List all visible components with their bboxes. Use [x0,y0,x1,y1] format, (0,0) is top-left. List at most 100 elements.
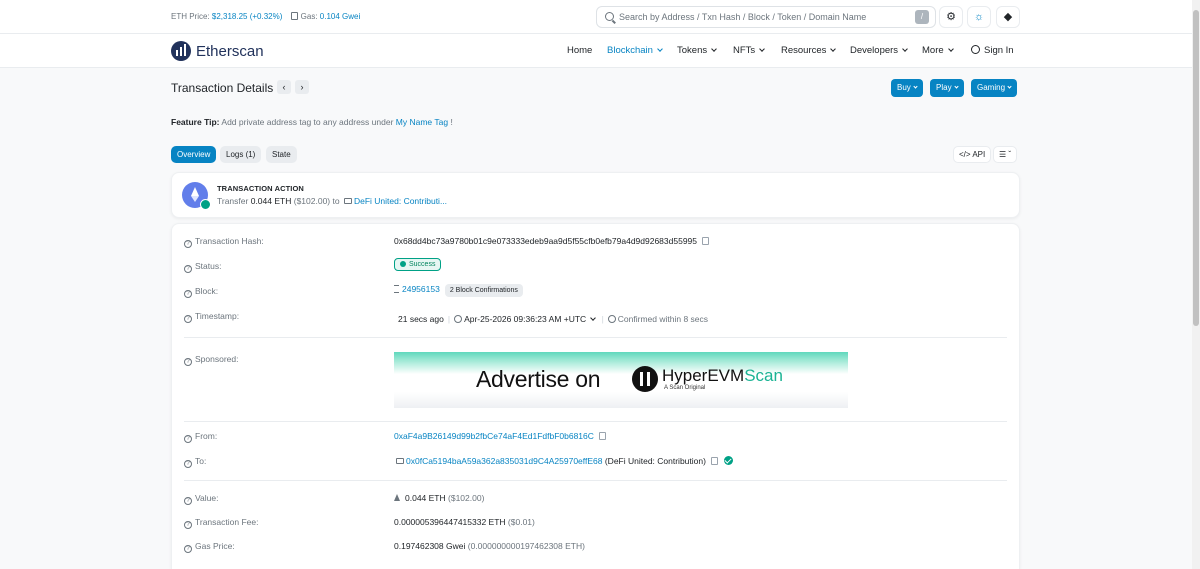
to-label: ? To: [184,456,206,468]
feature-tip: Feature Tip: Add private address tag to … [171,117,453,127]
chevron-down-icon [953,84,959,89]
tab-logs[interactable]: Logs (1) [220,146,262,163]
copy-icon[interactable] [702,237,709,245]
tab-state[interactable]: State [266,146,297,163]
sign-in-link[interactable]: Sign In [971,45,1014,56]
from-address-link[interactable]: 0xaF4a9B26149d99b2fbCe74aF4Ed1FdfbF0b681… [394,431,594,441]
nav-resources[interactable]: Resources [781,45,837,56]
divider [184,480,1007,481]
divider [184,337,1007,338]
from-label: ? From: [184,431,217,443]
action-summary: Transfer 0.044 ETH ($102.00) to DeFi Uni… [217,196,448,206]
chevron-down-icon [913,84,918,89]
prev-tx-button[interactable]: ‹ [277,80,291,94]
confirmations-badge: 2 Block Confirmations [444,284,523,297]
ethereum-icon [394,494,400,501]
sun-icon[interactable]: ☼ [967,6,991,28]
block-label: ? Block: [184,286,218,298]
chevron-down-icon [759,46,766,52]
transfer-badge-icon [200,199,211,210]
fee-value: 0.000005396447415332 ETH ($0.01) [394,517,535,527]
my-name-tag-link[interactable]: My Name Tag [396,117,448,127]
nav-nfts[interactable]: NFTs [733,45,766,56]
check-circle-icon [400,261,406,267]
search-shortcut-key: / [915,10,929,24]
help-icon: ? [184,460,192,468]
nav-more[interactable]: More [922,45,954,56]
nav-blockchain[interactable]: Blockchain [607,45,663,56]
to-address-link[interactable]: 0x0fCa5194baA59a362a835031d9C4A25970effE… [406,456,602,466]
eth-price: ETH Price: $2,318.25 (+0.32%) Gas: 0.104… [171,12,360,21]
brand-name: Etherscan [196,42,264,60]
help-icon: ? [184,265,192,273]
ethereum-icon[interactable]: ◆ [996,6,1020,28]
search-input[interactable] [619,10,899,24]
chevron-down-icon [590,315,597,321]
verified-check-icon [723,456,733,465]
help-icon: ? [184,545,192,553]
timestamp-label: ? Timestamp: [184,311,239,323]
value-label: ? Value: [184,493,218,505]
gas-value[interactable]: 0.104 Gwei [320,12,360,21]
help-icon: ? [184,435,192,443]
divider [184,421,1007,422]
etherscan-logo-icon [171,41,191,61]
help-icon: ? [184,497,192,505]
nav-tokens[interactable]: Tokens [677,45,717,56]
fee-label: ? Transaction Fee: [184,517,258,529]
gear-icon[interactable]: ⚙ [939,6,963,28]
block-link[interactable]: 24956153 [402,284,440,294]
ad-text: Advertise on [476,366,601,392]
scrollbar-thumb[interactable] [1193,10,1199,326]
next-tx-button[interactable]: › [295,80,309,94]
gas-price-value: 0.197462308 Gwei (0.000000000197462308 E… [394,541,585,551]
nav-developers[interactable]: Developers [850,45,908,56]
page-title: Transaction Details [171,81,274,95]
hourglass-icon [394,285,399,293]
block-value: 24956153 2 Block Confirmations [394,284,523,297]
hyperevmscan-logo-icon [632,366,658,392]
from-value: 0xaF4a9B26149d99b2fbCe74aF4Ed1FdfbF0b681… [394,431,606,441]
sponsored-label: ? Sponsored: [184,354,238,366]
help-icon: ? [184,315,192,323]
ad-subtitle: A Scan Original [664,385,706,391]
chevron-down-icon [830,46,837,52]
eth-price-value[interactable]: $2,318.25 (+0.32%) [212,12,283,21]
buy-button[interactable]: Buy [891,79,923,97]
clock-icon [454,315,463,323]
list-options-button[interactable]: ☰ ˇ [993,146,1018,163]
gaming-button[interactable]: Gaming [971,79,1018,97]
gas-pump-icon [290,12,298,20]
copy-icon[interactable] [598,432,606,440]
help-icon: ? [184,240,192,248]
contract-icon [343,198,352,204]
timestamp-dropdown[interactable]: 21 secs ago | Apr-25-2026 09:36:23 AM +UTC [398,314,597,324]
to-value: 0x0fCa5194baA59a362a835031d9C4A25970effE… [394,456,733,466]
page-scrollbar[interactable] [1192,0,1200,569]
copy-icon[interactable] [710,457,718,465]
api-button[interactable]: </> API [953,146,992,163]
gas-price-label: ? Gas Price: [184,541,235,553]
help-icon: ? [184,521,192,529]
contract-icon [396,458,404,464]
stopwatch-icon [607,315,616,323]
help-icon: ? [184,358,192,366]
status-badge: Success [394,258,442,271]
value-value: 0.044 ETH ($102.00) [394,493,484,503]
gas-label: Gas: [300,12,318,21]
action-label: TRANSACTION ACTION [217,184,304,193]
main-navbar: Etherscan Home Blockchain Tokens NFTs Re… [0,34,1192,68]
status-label: ? Status: [184,261,221,273]
play-button[interactable]: Play [930,79,964,97]
action-to-link[interactable]: DeFi United: Contributi... [354,196,447,206]
search-icon [605,12,614,21]
sponsored-ad-banner[interactable]: Advertise on HyperEVMScan A Scan Origina… [394,352,848,408]
etherscan-logo[interactable]: Etherscan [171,41,264,61]
chevron-down-icon [947,46,954,52]
tab-overview[interactable]: Overview [171,146,217,163]
chevron-down-icon [711,46,717,52]
eth-price-label: ETH Price: [171,12,210,21]
search-box[interactable]: / [596,6,936,28]
chevron-down-icon [657,46,663,52]
nav-home[interactable]: Home [567,45,592,56]
